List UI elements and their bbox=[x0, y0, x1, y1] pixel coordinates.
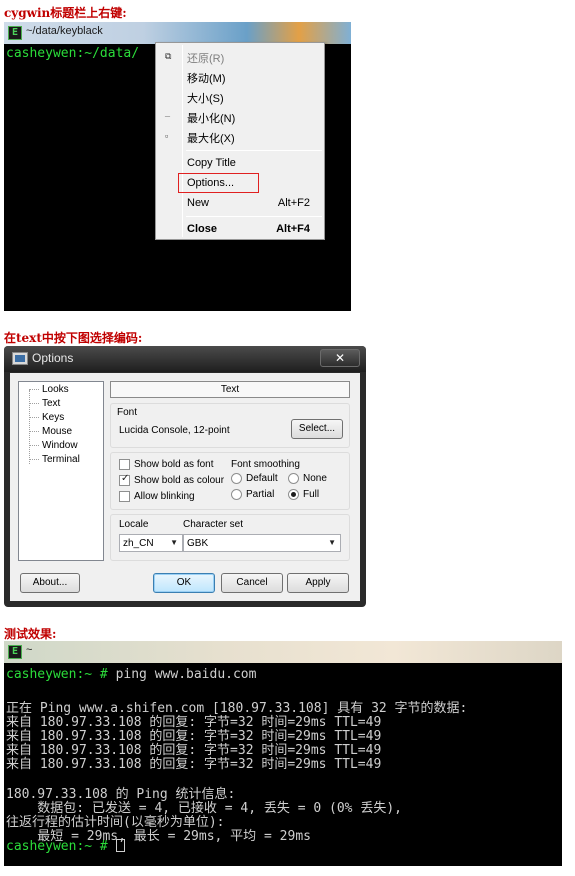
tree-item-label: Text bbox=[41, 398, 62, 409]
terminal-window: E ~ casheywen:~ # ping www.baidu.com 正在 … bbox=[4, 641, 562, 866]
menu-item-close[interactable]: Close Alt+F4 bbox=[156, 220, 324, 240]
dialog-title: Options bbox=[32, 351, 74, 365]
apply-button[interactable]: Apply bbox=[287, 573, 349, 593]
charset-select[interactable]: GBK ▼ bbox=[183, 534, 341, 552]
locale-select[interactable]: zh_CN ▼ bbox=[119, 534, 183, 552]
allow-blinking-checkbox[interactable] bbox=[119, 491, 130, 502]
close-button[interactable]: ✕ bbox=[320, 349, 360, 367]
menu-item-label: New bbox=[187, 197, 210, 209]
select-font-button[interactable]: Select... bbox=[291, 419, 343, 439]
menu-item-maximize[interactable]: ▫ 最大化(X) bbox=[156, 127, 324, 147]
charset-label: Character set bbox=[183, 519, 244, 530]
window-title: ~ bbox=[26, 644, 33, 656]
menu-item-label: 大小(S) bbox=[187, 93, 224, 105]
cygwin-icon: E bbox=[8, 645, 22, 659]
font-value: Lucida Console, 12-point bbox=[119, 425, 230, 436]
menu-item-label: 还原(R) bbox=[187, 53, 225, 65]
font-smoothing-label: Font smoothing bbox=[231, 459, 300, 470]
menu-item-label: Options... bbox=[187, 177, 235, 189]
terminal-line: casheywen:~ # ping www.baidu.com bbox=[6, 667, 256, 682]
smoothing-none-label: None bbox=[303, 473, 327, 484]
menu-item-copy-title[interactable]: Copy Title bbox=[156, 154, 324, 174]
menu-item-label: 最小化(N) bbox=[187, 113, 236, 125]
menu-item-options[interactable]: Options... bbox=[156, 173, 324, 194]
page-header: Text bbox=[110, 381, 350, 398]
smoothing-none-radio[interactable] bbox=[288, 473, 299, 484]
menu-item-label: 移动(M) bbox=[187, 73, 226, 85]
dialog-title-bar[interactable]: Options ✕ bbox=[4, 346, 366, 372]
show-bold-as-font-label: Show bold as font bbox=[134, 459, 214, 470]
tree-item-label: Looks bbox=[42, 384, 69, 395]
smoothing-partial-label: Partial bbox=[246, 489, 275, 500]
category-tree: Looks Text Keys Mouse Window Terminal bbox=[18, 381, 104, 561]
maximize-icon: ▫ bbox=[165, 131, 169, 141]
text-options-group: Show bold as font Show bold as colour Al… bbox=[110, 452, 350, 510]
caption-step1: cygwin标题栏上右键: bbox=[4, 6, 127, 20]
menu-item-size[interactable]: 大小(S) bbox=[156, 87, 324, 107]
menu-separator bbox=[186, 150, 322, 151]
allow-blinking-label: Allow blinking bbox=[134, 491, 195, 502]
tree-item-label: Window bbox=[42, 440, 78, 451]
menu-item-label: Copy Title bbox=[187, 157, 236, 169]
title-bar[interactable]: E ~ bbox=[4, 641, 562, 663]
font-group-label: Font bbox=[117, 407, 138, 418]
menu-item-label: 最大化(X) bbox=[187, 133, 235, 145]
tree-item-terminal[interactable]: Terminal bbox=[29, 454, 81, 465]
chevron-down-icon: ▼ bbox=[328, 538, 336, 547]
menu-item-restore[interactable]: ⧉ 还原(R) bbox=[156, 47, 324, 67]
ok-button[interactable]: OK bbox=[153, 573, 215, 593]
dialog-body: Looks Text Keys Mouse Window Terminal Te… bbox=[10, 373, 360, 601]
restore-icon: ⧉ bbox=[165, 51, 172, 61]
options-window-icon bbox=[12, 352, 28, 365]
tree-item-keys[interactable]: Keys bbox=[29, 412, 65, 423]
cancel-button[interactable]: Cancel bbox=[221, 573, 283, 593]
title-bar[interactable]: E ~/data/keyblack bbox=[4, 22, 351, 44]
tree-item-label: Mouse bbox=[42, 426, 73, 437]
menu-item-minimize[interactable]: _ 最小化(N) bbox=[156, 107, 324, 127]
tree-item-mouse[interactable]: Mouse bbox=[29, 426, 73, 437]
menu-item-shortcut: Alt+F2 bbox=[277, 197, 310, 209]
charset-value: GBK bbox=[187, 538, 209, 549]
menu-item-new[interactable]: New Alt+F2 bbox=[156, 194, 324, 214]
chevron-down-icon: ▼ bbox=[170, 538, 178, 547]
tree-item-window[interactable]: Window bbox=[29, 440, 79, 451]
font-group: Font Lucida Console, 12-point Select... bbox=[110, 403, 350, 448]
smoothing-full-label: Full bbox=[303, 489, 320, 500]
tree-item-label: Keys bbox=[42, 412, 65, 423]
terminal-line[interactable]: casheywen:~ # bbox=[6, 839, 125, 854]
terminal-line: 来自 180.97.33.108 的回复: 字节=32 时间=29ms TTL=… bbox=[6, 757, 382, 772]
context-menu: ⧉ 还原(R) 移动(M) 大小(S) _ 最小化(N) ▫ 最大化(X) Co… bbox=[155, 42, 325, 240]
minimize-icon: _ bbox=[165, 108, 171, 118]
tree-item-text[interactable]: Text bbox=[29, 398, 62, 409]
locale-label: Locale bbox=[119, 519, 149, 530]
menu-separator bbox=[186, 216, 322, 217]
terminal-prompt: casheywen:~/data/ bbox=[6, 46, 140, 61]
smoothing-default-radio[interactable] bbox=[231, 473, 242, 484]
terminal-prompt: casheywen:~ # bbox=[6, 839, 116, 854]
tree-item-label: Terminal bbox=[42, 454, 80, 465]
show-bold-as-font-checkbox[interactable] bbox=[119, 459, 130, 470]
tree-item-looks[interactable]: Looks bbox=[29, 384, 70, 395]
options-dialog: Options ✕ Looks Text Keys Mouse Window T… bbox=[4, 346, 366, 607]
cygwin-icon: E bbox=[8, 26, 22, 40]
menu-item-label: Close bbox=[187, 223, 217, 235]
cygwin-window: E ~/data/keyblack casheywen:~/data/ ⧉ 还原… bbox=[4, 22, 351, 311]
menu-item-move[interactable]: 移动(M) bbox=[156, 67, 324, 87]
about-button[interactable]: About... bbox=[20, 573, 80, 593]
terminal-cursor bbox=[115, 839, 125, 852]
caption-step2: 在text中按下图选择编码: bbox=[4, 331, 143, 345]
show-bold-as-colour-checkbox[interactable] bbox=[119, 473, 130, 486]
caption-step3: 测试效果: bbox=[4, 627, 57, 641]
smoothing-default-label: Default bbox=[246, 473, 278, 484]
smoothing-full-radio[interactable] bbox=[288, 489, 299, 500]
window-title: ~/data/keyblack bbox=[26, 25, 103, 37]
smoothing-partial-radio[interactable] bbox=[231, 489, 242, 500]
menu-item-shortcut: Alt+F4 bbox=[276, 223, 310, 235]
terminal-command: ping www.baidu.com bbox=[115, 667, 257, 682]
terminal-prompt: casheywen:~ # bbox=[6, 667, 116, 682]
locale-value: zh_CN bbox=[123, 538, 154, 549]
show-bold-as-colour-label: Show bold as colour bbox=[134, 475, 225, 486]
locale-group: Locale zh_CN ▼ Character set GBK ▼ bbox=[110, 514, 350, 561]
